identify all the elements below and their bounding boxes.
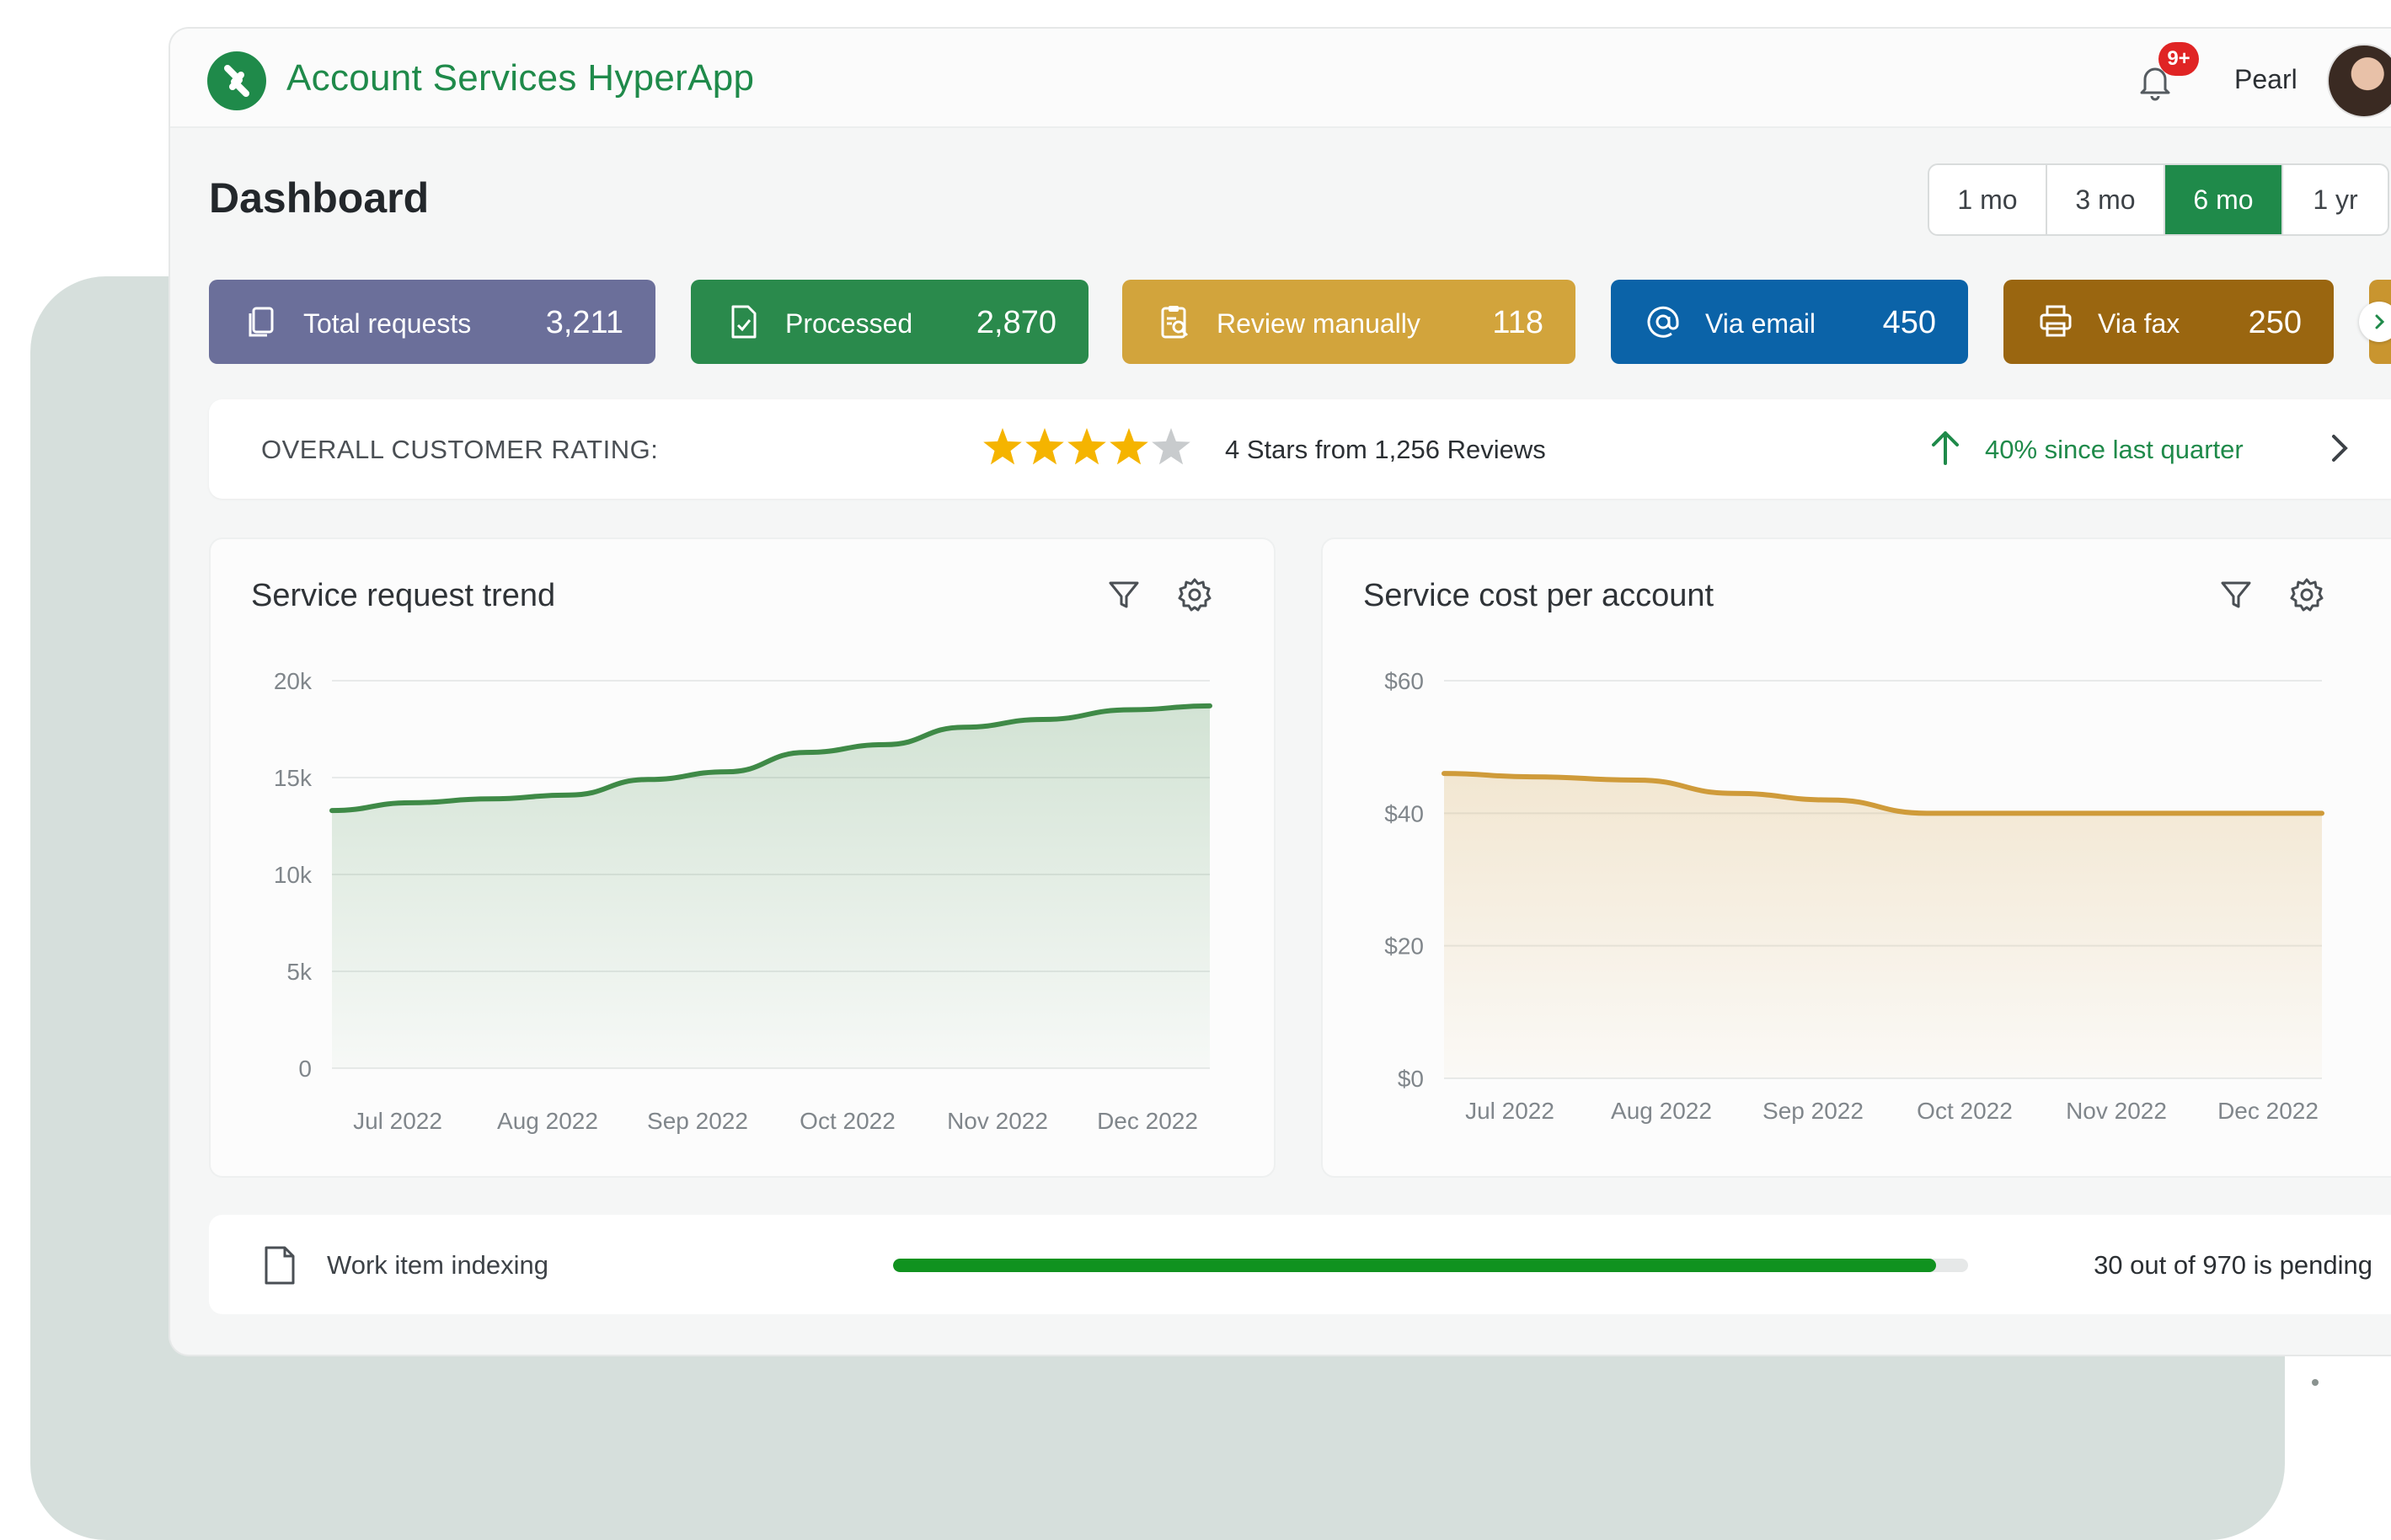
- indexing-progress-bar: [893, 1259, 1968, 1272]
- document-check-icon: [731, 305, 757, 339]
- stat-label: Total requests: [303, 308, 472, 339]
- copy-icon: [249, 307, 274, 337]
- x-tick-label: Aug 2022: [1611, 1098, 1712, 1124]
- page-title: Dashboard: [209, 174, 430, 222]
- x-tick-label: Dec 2022: [2217, 1098, 2319, 1124]
- x-tick-label: Oct 2022: [1917, 1098, 2013, 1124]
- indexing-label: Work item indexing: [327, 1250, 549, 1280]
- y-tick-label: $60: [1384, 668, 1424, 694]
- scroll-right-button[interactable]: [2359, 302, 2391, 342]
- x-tick-label: Dec 2022: [1097, 1108, 1198, 1134]
- x-tick-label: Nov 2022: [2066, 1098, 2167, 1124]
- y-tick-label: 15k: [274, 765, 313, 791]
- app-window: Account Services HyperApp 9+ Pearl Dashb…: [168, 27, 2391, 1356]
- star-rating: [983, 428, 1190, 465]
- stat-review-manually[interactable]: Review manually 118: [1122, 280, 1575, 364]
- y-tick-label: 10k: [274, 862, 313, 888]
- x-tick-label: Nov 2022: [947, 1108, 1048, 1134]
- customer-rating-bar: OVERALL CUSTOMER RATING: 4 Stars from 1,…: [209, 399, 2391, 499]
- app-title: Account Services HyperApp: [286, 57, 755, 99]
- stat-label: Processed: [785, 308, 913, 339]
- x-tick-label: Jul 2022: [1465, 1098, 1554, 1124]
- arrow-up-icon: [1932, 431, 1959, 465]
- star-empty-icon: [1152, 428, 1190, 465]
- stat-label: Via email: [1705, 308, 1816, 339]
- rating-trend: 40% since last quarter: [1985, 435, 2244, 464]
- rating-label: OVERALL CUSTOMER RATING:: [261, 435, 659, 464]
- user-avatar[interactable]: [2327, 44, 2391, 118]
- y-tick-label: 20k: [274, 668, 313, 694]
- notification-badge: 9+: [2158, 42, 2199, 76]
- service-request-chart: 0 5k 10k 15k 20k Jul 2022 Aug 2022 Sep 2022 Oct …: [274, 668, 1212, 1134]
- star-filled-icon: [1025, 428, 1064, 465]
- star-filled-icon: [1067, 428, 1106, 465]
- stat-value: 2,870: [976, 305, 1056, 340]
- work-item-indexing-bar: Work item indexing 30 out of 970 is pend…: [209, 1215, 2391, 1314]
- app-logo-icon[interactable]: [207, 51, 266, 110]
- service-request-trend-card: Service request trend 0 5k 10k 15k 20k Jul 20…: [209, 537, 1276, 1178]
- stat-via-fax[interactable]: Via fax 250: [2003, 280, 2334, 364]
- rating-summary: 4 Stars from 1,256 Reviews: [1225, 435, 1546, 464]
- star-filled-icon: [983, 428, 1022, 465]
- y-tick-label: $0: [1398, 1066, 1424, 1092]
- document-icon: [265, 1246, 295, 1285]
- y-tick-label: 0: [298, 1056, 312, 1082]
- range-1-year-button[interactable]: 1 yr: [2283, 165, 2388, 234]
- range-6-month-button[interactable]: 6 mo: [2165, 165, 2283, 234]
- y-tick-label: $20: [1384, 933, 1424, 960]
- x-tick-label: Jul 2022: [353, 1108, 442, 1134]
- star-filled-icon: [1110, 428, 1148, 465]
- stat-value: 118: [1492, 305, 1543, 340]
- printer-icon: [2040, 305, 2072, 337]
- y-tick-label: 5k: [286, 959, 313, 985]
- x-tick-label: Sep 2022: [647, 1108, 748, 1134]
- service-cost-card: Service cost per account $0 $20 $40 $60 Jul …: [1321, 537, 2391, 1178]
- y-tick-label: $40: [1384, 800, 1424, 826]
- range-1-month-button[interactable]: 1 mo: [1929, 165, 2047, 234]
- time-range-selector: 1 mo 3 mo 6 mo 1 yr: [1928, 163, 2389, 236]
- chevron-right-icon: [2375, 314, 2385, 329]
- stat-processed[interactable]: Processed 2,870: [691, 280, 1089, 364]
- clipboard-search-icon: [1161, 306, 1189, 339]
- indexing-progress-fill: [893, 1259, 1936, 1272]
- stat-value: 450: [1882, 305, 1936, 340]
- stat-label: Review manually: [1217, 308, 1420, 339]
- at-sign-icon: [1647, 306, 1679, 338]
- user-name[interactable]: Pearl: [2234, 64, 2297, 95]
- series-area: [1444, 773, 2322, 1078]
- chevron-right-icon[interactable]: [2322, 430, 2356, 467]
- x-tick-label: Aug 2022: [497, 1108, 598, 1134]
- range-3-month-button[interactable]: 3 mo: [2047, 165, 2165, 234]
- service-cost-chart: $0 $20 $40 $60 Jul 2022 Aug 2022 Sep 2022 Oct 2…: [1384, 668, 2324, 1124]
- indexing-status: 30 out of 970 is pending: [2094, 1250, 2372, 1280]
- stat-value: 250: [2248, 305, 2302, 340]
- stat-label: Via fax: [2098, 308, 2180, 339]
- app-header: Account Services HyperApp 9+ Pearl: [170, 29, 2391, 128]
- x-tick-label: Oct 2022: [800, 1108, 896, 1134]
- stat-value: 3,211: [545, 305, 623, 340]
- x-tick-label: Sep 2022: [1762, 1098, 1864, 1124]
- stat-via-email[interactable]: Via email 450: [1611, 280, 1968, 364]
- stat-total-requests[interactable]: Total requests 3,211: [209, 280, 655, 364]
- decorative-dot: [2312, 1379, 2319, 1386]
